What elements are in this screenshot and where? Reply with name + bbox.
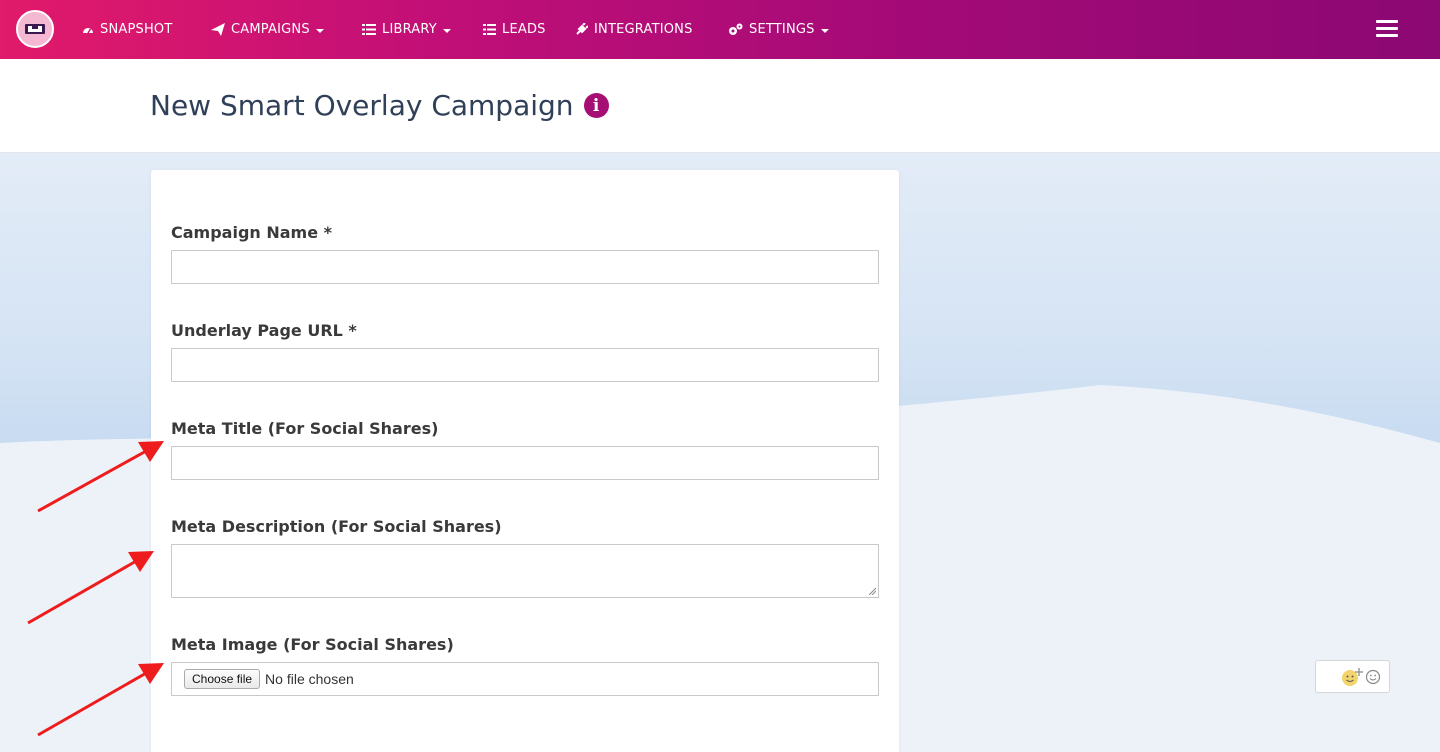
nav-campaigns-label: CAMPAIGNS: [231, 22, 310, 37]
nav-integrations[interactable]: INTEGRATIONS: [575, 0, 693, 59]
chevron-down-icon: [315, 28, 324, 33]
campaign-form-card: Campaign Name * Underlay Page URL * Meta…: [151, 170, 899, 752]
gears-icon: [729, 23, 743, 35]
meta-image-label: Meta Image (For Social Shares): [171, 635, 454, 654]
no-file-chosen-text: No file chosen: [265, 671, 354, 687]
resize-grip-icon[interactable]: [869, 588, 876, 595]
underlay-url-label: Underlay Page URL *: [171, 321, 357, 340]
nav-settings-label: SETTINGS: [749, 22, 815, 37]
campaign-name-label: Campaign Name *: [171, 223, 333, 242]
top-navbar: SNAPSHOT CAMPAIGNS LIBRARY LEADS INTEGRA…: [0, 0, 1440, 59]
smiley-icon[interactable]: [1365, 669, 1381, 685]
chevron-down-icon: [442, 28, 451, 33]
emoji-reaction-widget[interactable]: [1315, 660, 1390, 693]
meta-description-textarea[interactable]: [171, 544, 879, 598]
plug-icon: [576, 23, 588, 35]
underlay-url-input[interactable]: [171, 348, 879, 382]
nav-integrations-label: INTEGRATIONS: [594, 22, 693, 37]
meta-title-input[interactable]: [171, 446, 879, 480]
meta-description-label: Meta Description (For Social Shares): [171, 517, 502, 536]
nav-snapshot-label: SNAPSHOT: [100, 22, 173, 37]
nav-leads-label: LEADS: [502, 22, 546, 37]
nav-library[interactable]: LIBRARY: [362, 0, 451, 59]
list-icon: [483, 24, 496, 35]
chevron-down-icon: [820, 28, 829, 33]
meta-image-file-input[interactable]: Choose file No file chosen: [171, 662, 879, 696]
library-icon: [362, 24, 376, 35]
page-header: New Smart Overlay Campaign i: [0, 59, 1440, 153]
nav-settings[interactable]: SETTINGS: [728, 0, 829, 59]
dashboard-icon: [83, 27, 93, 33]
logo-mark-icon: [25, 24, 45, 34]
nav-campaigns[interactable]: CAMPAIGNS: [211, 0, 324, 59]
page-title-row: New Smart Overlay Campaign i: [150, 89, 609, 122]
nav-snapshot[interactable]: SNAPSHOT: [82, 0, 173, 59]
choose-file-button[interactable]: Choose file: [184, 669, 261, 689]
app-logo[interactable]: [16, 10, 54, 48]
hamburger-icon[interactable]: [1376, 20, 1398, 38]
page-title: New Smart Overlay Campaign: [150, 89, 574, 122]
nav-leads[interactable]: LEADS: [483, 0, 546, 59]
nav-library-label: LIBRARY: [382, 22, 437, 37]
info-icon[interactable]: i: [583, 93, 609, 118]
paper-plane-icon: [211, 23, 225, 36]
add-reaction-icon[interactable]: [1341, 667, 1363, 687]
meta-title-label: Meta Title (For Social Shares): [171, 419, 439, 438]
campaign-name-input[interactable]: [171, 250, 879, 284]
